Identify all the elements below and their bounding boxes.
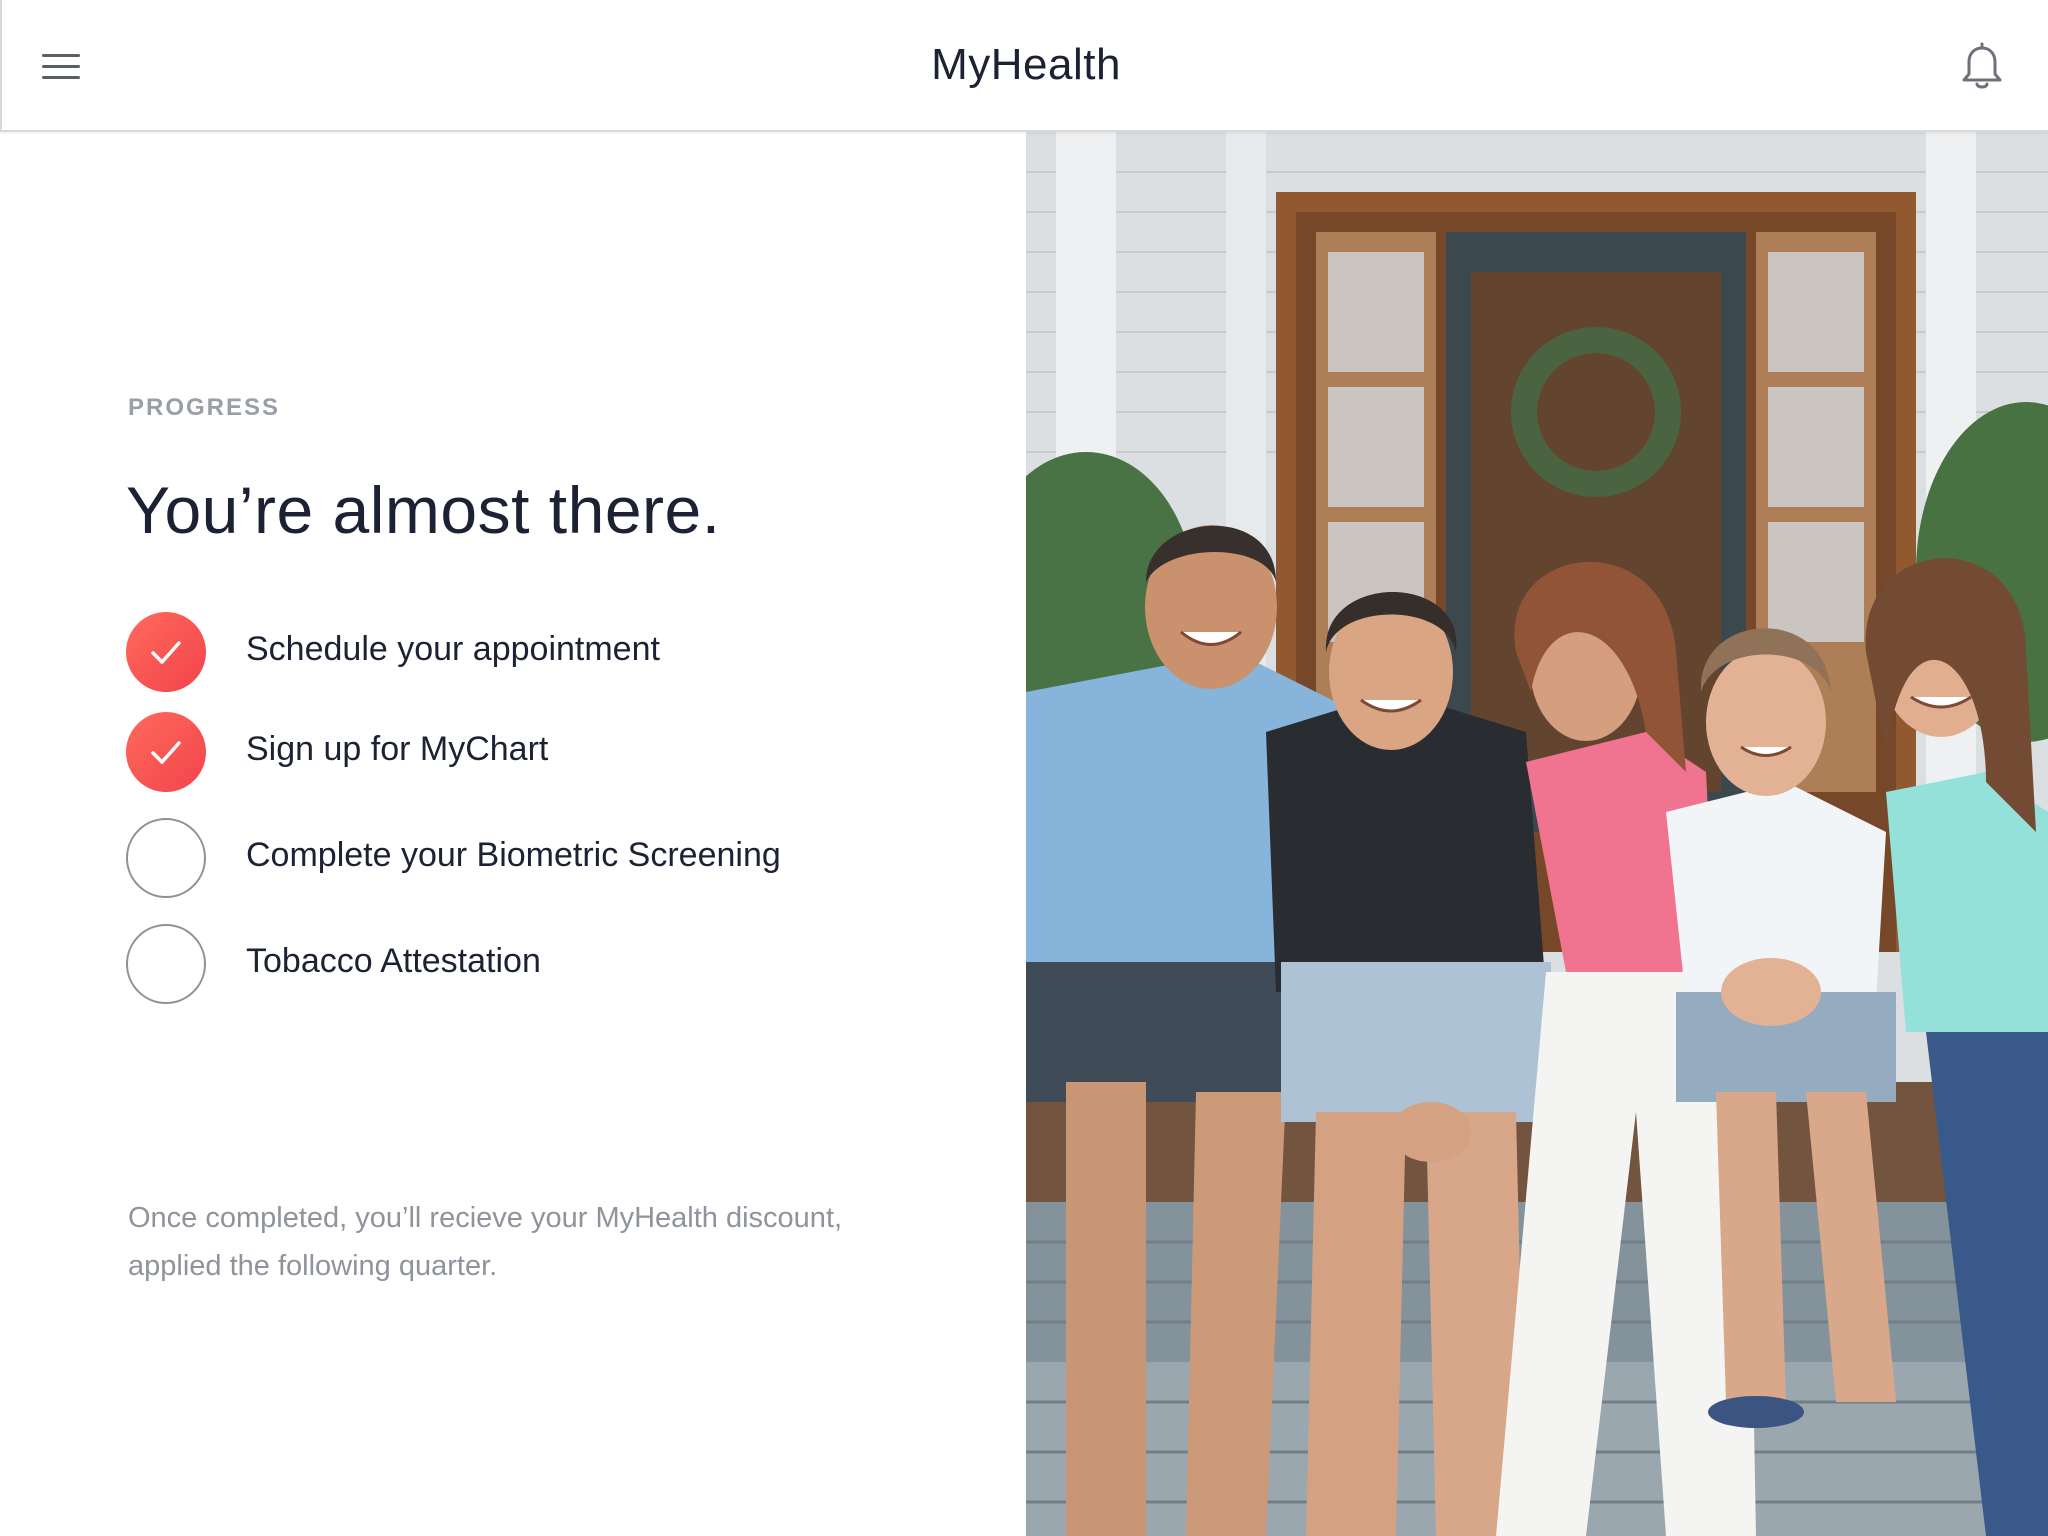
progress-panel: PROGRESS You’re almost there. Schedule y… xyxy=(0,132,1026,1536)
task-schedule-appointment[interactable]: Schedule your appointment xyxy=(126,612,906,692)
bell-icon[interactable] xyxy=(1954,40,2010,96)
checkmark-icon xyxy=(126,612,206,692)
task-sign-up-mychart[interactable]: Sign up for MyChart xyxy=(126,712,906,792)
task-label: Schedule your appointment xyxy=(246,630,660,668)
task-label: Tobacco Attestation xyxy=(246,942,541,980)
section-eyebrow: PROGRESS xyxy=(128,394,281,421)
task-biometric-screening[interactable]: Complete your Biometric Screening xyxy=(126,818,906,898)
empty-circle-icon xyxy=(126,924,206,1004)
task-tobacco-attestation[interactable]: Tobacco Attestation xyxy=(126,924,906,1004)
family-photo xyxy=(1026,132,2048,1536)
task-label: Sign up for MyChart xyxy=(246,730,549,768)
app-title: MyHealth xyxy=(931,40,1121,89)
task-label: Complete your Biometric Screening xyxy=(246,836,781,874)
top-bar: MyHealth xyxy=(0,0,2048,132)
checkmark-icon xyxy=(126,712,206,792)
empty-circle-icon xyxy=(126,818,206,898)
page-headline: You’re almost there. xyxy=(126,473,721,547)
discount-note: Once completed, you’ll recieve your MyHe… xyxy=(128,1202,843,1282)
